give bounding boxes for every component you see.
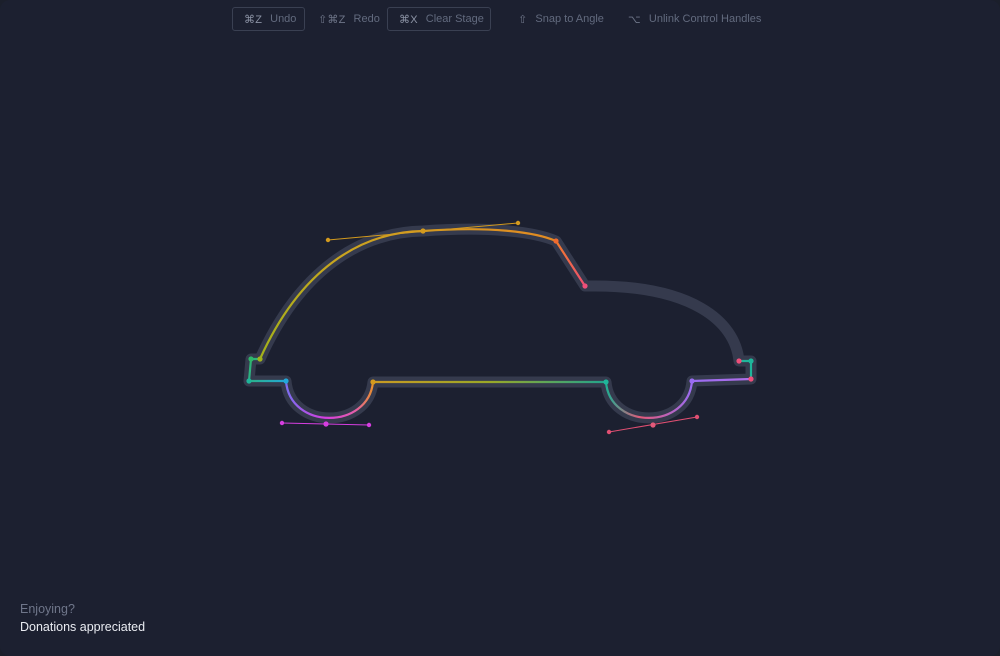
donations-link[interactable]: Donations appreciated: [20, 618, 145, 636]
anchor-point: [370, 379, 376, 385]
curve-segments: [247, 228, 753, 419]
outline-guide: [243, 223, 757, 424]
anchor-point: [736, 358, 742, 364]
anchor-point: [248, 356, 254, 362]
anchor-point: [748, 358, 754, 364]
control-handle: [694, 414, 700, 420]
anchor-point: [246, 378, 252, 384]
control-handle: [606, 429, 612, 435]
control-handle: [279, 420, 285, 426]
windshield-line: [554, 239, 587, 288]
control-handle: [515, 220, 521, 226]
anchor-point: [553, 238, 559, 244]
anchor-point: [582, 283, 588, 289]
app-frame: ⌘Z Undo ⇧⌘Z Redo ⌘X Clear Stage ⇧ Snap t…: [0, 0, 1000, 656]
anchor-point: [748, 376, 754, 382]
anchor-point: [420, 228, 426, 234]
anchor-point: [689, 378, 695, 384]
anchor-point: [323, 421, 329, 427]
footer: Enjoying? Donations appreciated: [20, 600, 145, 636]
anchor-points[interactable]: [246, 228, 754, 428]
anchor-point: [283, 378, 289, 384]
anchor-point: [257, 356, 263, 362]
anchor-point: [603, 379, 609, 385]
drawing-stage[interactable]: [0, 0, 1000, 656]
enjoying-text: Enjoying?: [20, 602, 75, 616]
anchor-point: [650, 422, 656, 428]
control-handle: [366, 422, 372, 428]
control-handle: [325, 237, 331, 243]
